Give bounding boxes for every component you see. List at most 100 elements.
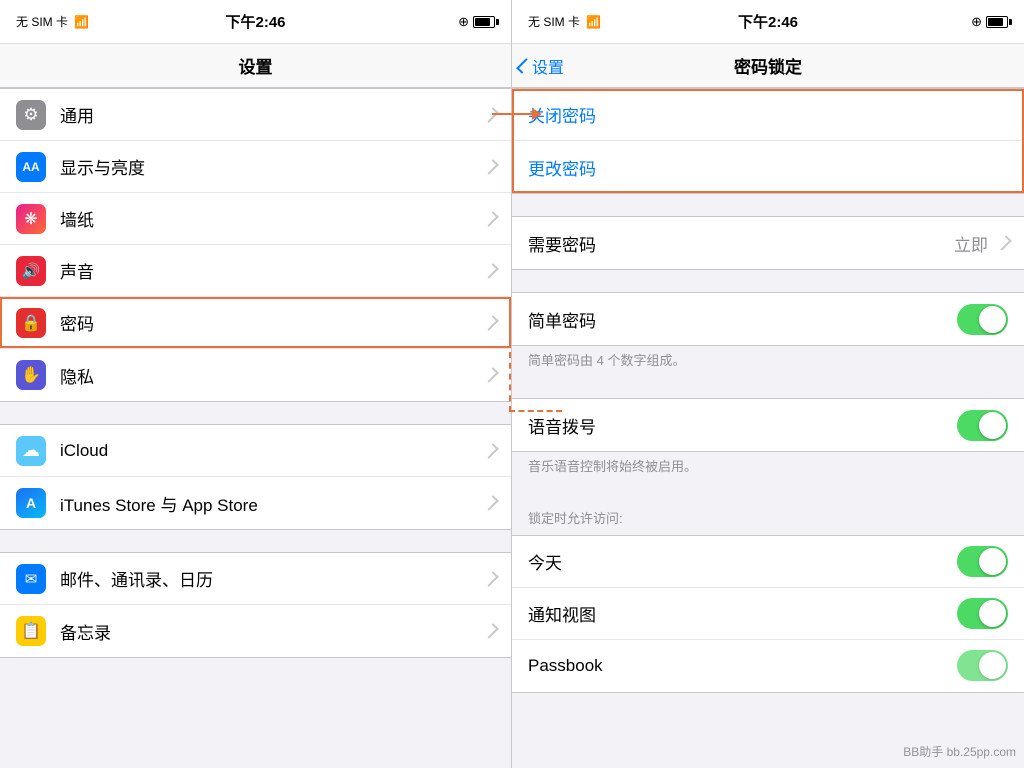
voice-toggle-knob	[979, 412, 1006, 439]
notification-toggle-knob	[979, 600, 1006, 627]
sidebar-item-wallpaper[interactable]: ❋ 墙纸	[0, 193, 511, 245]
simple-passcode-item[interactable]: 简单密码	[512, 293, 1024, 345]
today-label: 今天	[528, 549, 957, 574]
voice-group: 语音拨号	[512, 398, 1024, 452]
arrow-annotation	[492, 108, 542, 120]
left-time: 下午2:46	[225, 11, 285, 32]
left-wifi-icon: 📶	[74, 15, 89, 29]
voice-label: 语音拨号	[528, 413, 957, 438]
general-icon: ⚙	[16, 100, 46, 130]
sidebar-item-notes[interactable]: 📋 备忘录	[0, 605, 511, 657]
sound-label: 声音	[60, 258, 479, 283]
require-value: 立即	[954, 231, 988, 256]
sidebar-item-mail[interactable]: ✉ 邮件、通讯录、日历	[0, 553, 511, 605]
privacy-label: 隐私	[60, 363, 479, 388]
itunes-chevron-icon	[483, 495, 499, 511]
simple-group: 简单密码	[512, 292, 1024, 346]
simple-toggle[interactable]	[957, 304, 1008, 335]
notes-chevron-icon	[483, 623, 499, 639]
lock-access-header: 锁定时允许访问:	[512, 504, 1024, 534]
passbook-item[interactable]: Passbook	[512, 640, 1024, 692]
left-brightness-icon: ⊕	[458, 14, 469, 30]
change-passcode-button[interactable]: 更改密码	[512, 141, 1024, 193]
passbook-label: Passbook	[528, 656, 957, 676]
right-carrier: 无 SIM 卡	[528, 13, 580, 30]
privacy-chevron-icon	[483, 367, 499, 383]
mail-icon: ✉	[16, 564, 46, 594]
left-section-group-1: ⚙ 通用 AA 显示与亮度 ❋ 墙纸 🔊 声音	[0, 88, 511, 402]
today-item[interactable]: 今天	[512, 536, 1024, 588]
simple-label: 简单密码	[528, 307, 957, 332]
mail-chevron-icon	[483, 571, 499, 587]
today-toggle[interactable]	[957, 546, 1008, 577]
right-nav-title: 密码锁定	[734, 53, 802, 78]
left-panel: 无 SIM 卡 📶 下午2:46 ⊕ 设置 ⚙ 通用 AA 显示与亮度	[0, 0, 512, 768]
notification-item[interactable]: 通知视图	[512, 588, 1024, 640]
sidebar-item-display[interactable]: AA 显示与亮度	[0, 141, 511, 193]
dashed-connector	[509, 352, 562, 412]
passbook-toggle[interactable]	[957, 650, 1008, 681]
notes-icon: 📋	[16, 616, 46, 646]
privacy-icon: ✋	[16, 360, 46, 390]
right-settings-content: 关闭密码 更改密码 需要密码 立即 简单密码 简单密码由 4 个数字组成。	[512, 88, 1024, 768]
display-chevron-icon	[483, 159, 499, 175]
voice-toggle[interactable]	[957, 410, 1008, 441]
back-button[interactable]: 设置	[520, 54, 564, 78]
require-password-item[interactable]: 需要密码 立即	[512, 217, 1024, 269]
sidebar-item-passcode[interactable]: 🔒 密码	[0, 297, 511, 349]
wallpaper-icon: ❋	[16, 204, 46, 234]
notes-label: 备忘录	[60, 619, 479, 644]
back-chevron-icon	[516, 58, 532, 74]
left-settings-content: ⚙ 通用 AA 显示与亮度 ❋ 墙纸 🔊 声音	[0, 88, 511, 768]
sidebar-item-itunes[interactable]: A iTunes Store 与 App Store	[0, 477, 511, 529]
passbook-toggle-knob	[979, 652, 1006, 679]
watermark: BB助手 bb.25pp.com	[903, 743, 1016, 760]
left-nav-bar: 设置	[0, 44, 511, 88]
turn-off-label: 关闭密码	[528, 102, 1008, 127]
right-nav-bar: 设置 密码锁定	[512, 44, 1024, 88]
itunes-label: iTunes Store 与 App Store	[60, 491, 479, 516]
arrow-head-icon	[532, 108, 542, 120]
left-nav-title: 设置	[239, 53, 273, 78]
display-label: 显示与亮度	[60, 154, 479, 179]
right-time: 下午2:46	[738, 11, 798, 32]
sidebar-item-general[interactable]: ⚙ 通用	[0, 89, 511, 141]
sound-icon: 🔊	[16, 256, 46, 286]
icloud-icon: ☁	[16, 436, 46, 466]
voice-dialing-item[interactable]: 语音拨号	[512, 399, 1024, 451]
notification-toggle[interactable]	[957, 598, 1008, 629]
require-group: 需要密码 立即	[512, 216, 1024, 270]
notification-label: 通知视图	[528, 601, 957, 626]
voice-description: 音乐语音控制将始终被启用。	[512, 452, 1024, 482]
left-status-bar: 无 SIM 卡 📶 下午2:46 ⊕	[0, 0, 511, 44]
passcode-chevron-icon	[483, 315, 499, 331]
display-icon: AA	[16, 152, 46, 182]
divider-3	[512, 376, 1024, 398]
wallpaper-label: 墙纸	[60, 206, 479, 231]
right-status-left: 无 SIM 卡 📶	[528, 13, 601, 30]
sidebar-item-privacy[interactable]: ✋ 隐私	[0, 349, 511, 401]
sidebar-item-icloud[interactable]: ☁ iCloud	[0, 425, 511, 477]
divider-2	[512, 270, 1024, 292]
left-status-right: ⊕	[458, 14, 495, 30]
left-status-left: 无 SIM 卡 📶	[16, 13, 89, 30]
require-chevron-icon	[996, 235, 1012, 251]
turn-off-passcode-button[interactable]: 关闭密码	[512, 89, 1024, 141]
simple-description: 简单密码由 4 个数字组成。	[512, 346, 1024, 376]
left-battery-icon	[473, 16, 495, 28]
mail-label: 邮件、通讯录、日历	[60, 566, 479, 591]
icloud-chevron-icon	[483, 443, 499, 459]
right-status-bar: 无 SIM 卡 📶 下午2:46 ⊕	[512, 0, 1024, 44]
right-battery-icon	[986, 16, 1008, 28]
change-label: 更改密码	[528, 155, 1008, 180]
require-label: 需要密码	[528, 231, 954, 256]
simple-toggle-knob	[979, 306, 1006, 333]
sidebar-item-sound[interactable]: 🔊 声音	[0, 245, 511, 297]
right-status-right: ⊕	[971, 14, 1008, 30]
divider-4	[512, 482, 1024, 504]
left-section-group-3: ✉ 邮件、通讯录、日历 📋 备忘录	[0, 552, 511, 658]
wallpaper-chevron-icon	[483, 211, 499, 227]
left-carrier: 无 SIM 卡	[16, 13, 68, 30]
back-label: 设置	[532, 54, 564, 78]
icloud-label: iCloud	[60, 441, 479, 461]
